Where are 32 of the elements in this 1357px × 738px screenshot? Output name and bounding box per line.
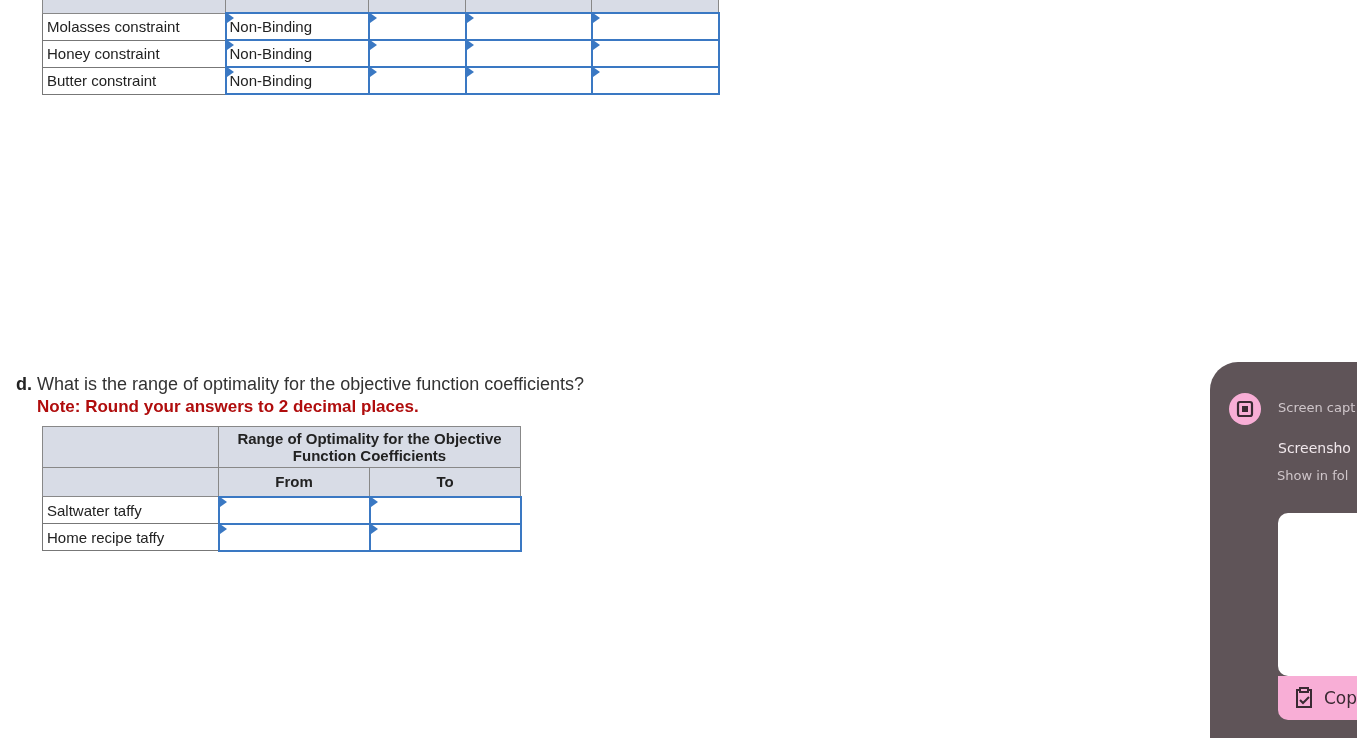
status-dropdown[interactable]: Non-Binding xyxy=(225,13,369,40)
row-label: Home recipe taffy xyxy=(42,523,219,551)
status-dropdown[interactable]: Non-Binding xyxy=(225,40,369,67)
column-header: From xyxy=(218,467,370,497)
notification-title: Screensho xyxy=(1278,440,1351,456)
row-label: Saltwater taffy xyxy=(42,496,219,524)
note-text: Note: Round your answers to 2 decimal places. xyxy=(37,397,420,417)
row-label: Butter constraint xyxy=(42,67,226,94)
input-field[interactable] xyxy=(591,67,719,94)
row-label: Molasses constraint xyxy=(42,13,226,40)
show-in-folder-link[interactable]: Show in fol xyxy=(1277,468,1349,483)
copy-button[interactable]: Cop xyxy=(1278,676,1357,720)
input-field[interactable] xyxy=(465,40,592,67)
input-field[interactable] xyxy=(591,40,719,67)
status-dropdown[interactable]: Non-Binding xyxy=(225,67,369,94)
column-header: To xyxy=(369,467,521,497)
row-label: Honey constraint xyxy=(42,40,226,67)
input-field[interactable] xyxy=(368,13,466,40)
input-field[interactable] xyxy=(591,13,719,40)
input-field[interactable] xyxy=(368,40,466,67)
input-field[interactable] xyxy=(465,67,592,94)
input-field[interactable] xyxy=(368,67,466,94)
input-field[interactable] xyxy=(369,523,521,551)
input-field[interactable] xyxy=(218,523,370,551)
column-header: Range of Optimality for the Objective Function Coefficients xyxy=(218,426,521,468)
input-field[interactable] xyxy=(465,13,592,40)
question-text: d. What is the range of optimality for the objective function coefficients? xyxy=(16,374,584,395)
screenshot-icon xyxy=(1229,393,1261,425)
notification-source: Screen capt xyxy=(1278,400,1356,415)
screenshot-thumbnail[interactable] xyxy=(1278,513,1357,676)
input-field[interactable] xyxy=(218,496,370,524)
input-field[interactable] xyxy=(369,496,521,524)
